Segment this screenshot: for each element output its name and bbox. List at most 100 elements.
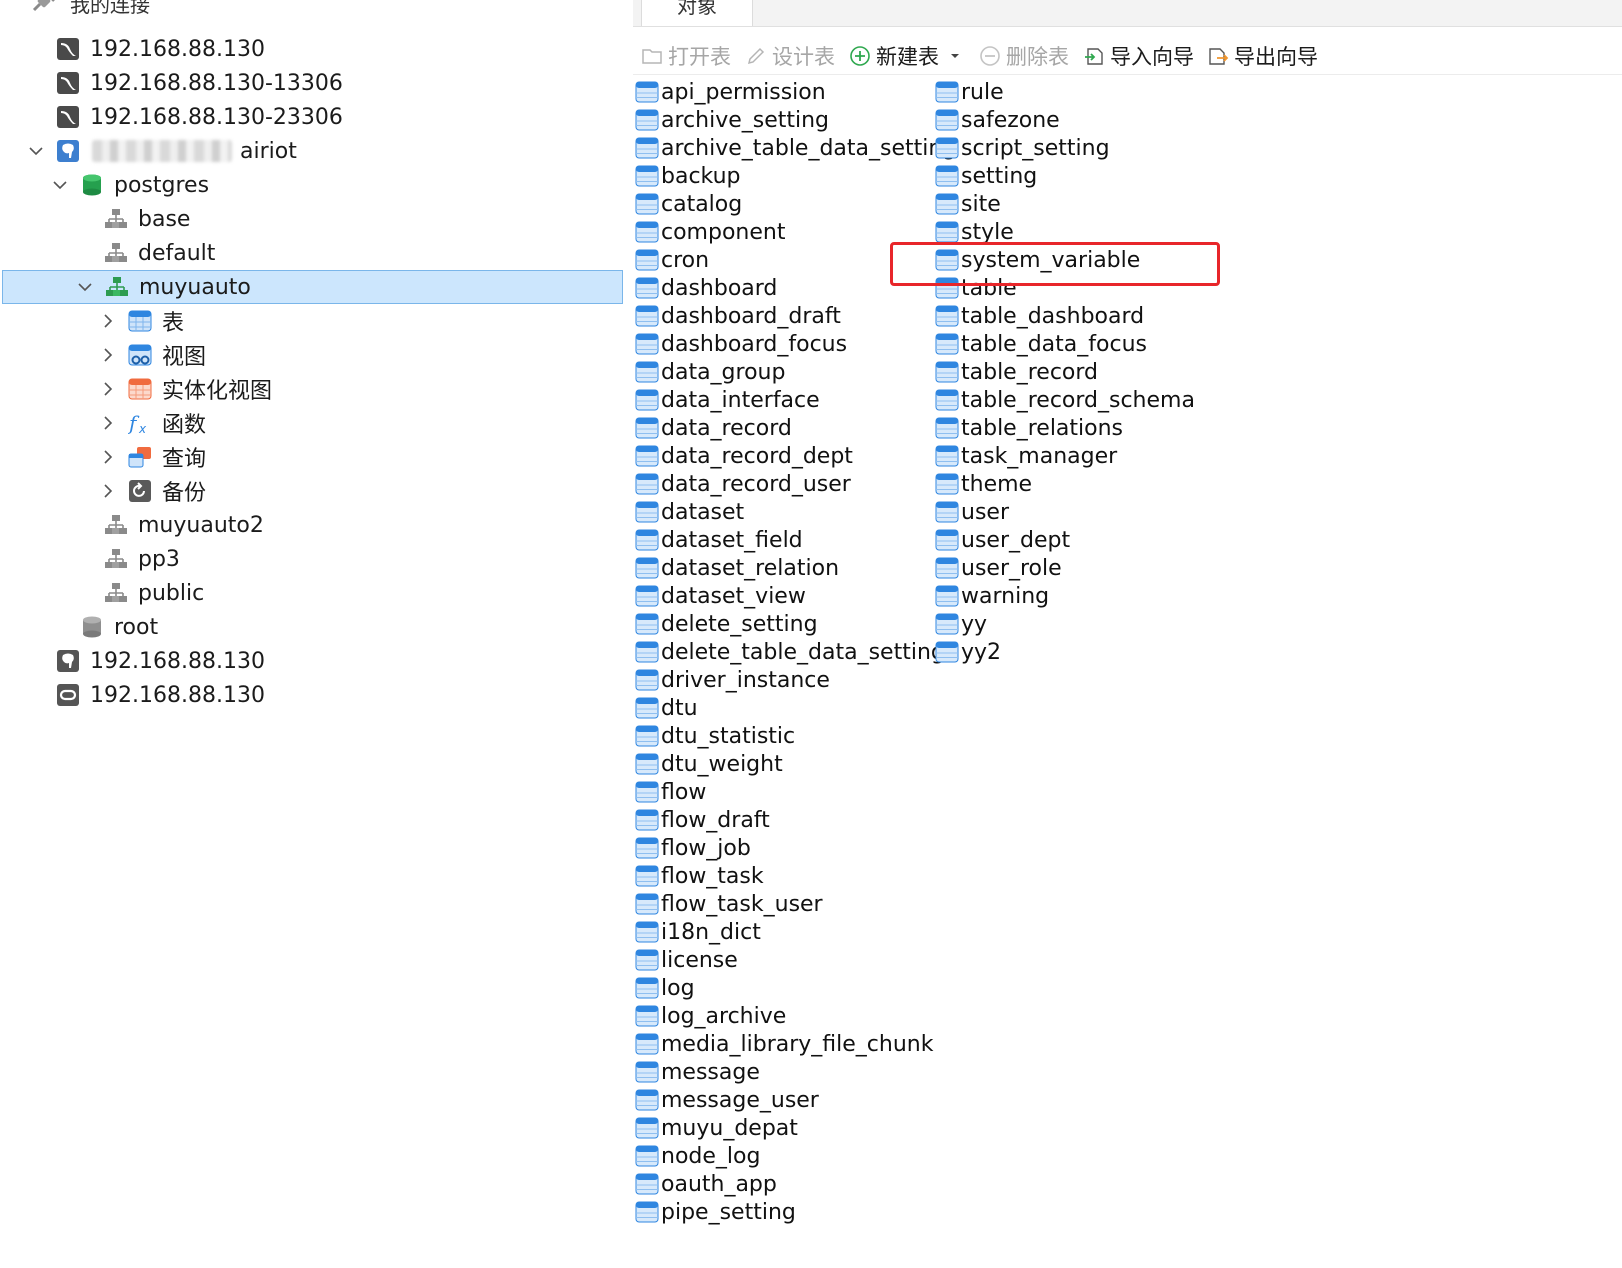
table-item[interactable]: task_manager xyxy=(935,442,1117,470)
table-item[interactable]: table_record_schema xyxy=(935,386,1195,414)
table-item[interactable]: data_record_dept xyxy=(635,442,853,470)
table-item[interactable]: user_dept xyxy=(935,526,1070,554)
table-item[interactable]: dataset_view xyxy=(635,582,806,610)
table-item[interactable]: delete_table_data_setting xyxy=(635,638,945,666)
table-item[interactable]: flow xyxy=(635,778,706,806)
table-item[interactable]: rule xyxy=(935,78,1004,106)
table-item[interactable]: component xyxy=(635,218,785,246)
table-item[interactable]: script_setting xyxy=(935,134,1110,162)
table-item[interactable]: media_library_file_chunk xyxy=(635,1030,933,1058)
table-item[interactable]: license xyxy=(635,946,738,974)
chevron-down-icon[interactable] xyxy=(77,279,93,295)
table-item[interactable]: user_role xyxy=(935,554,1062,582)
table-item[interactable]: archive_table_data_setting xyxy=(635,134,956,162)
table-item[interactable]: flow_job xyxy=(635,834,751,862)
my-connections-header[interactable]: 我的连接 xyxy=(30,0,150,20)
tab-objects[interactable]: 对象 xyxy=(641,0,753,26)
table-item[interactable]: data_record_user xyxy=(635,470,851,498)
connection-row[interactable]: 192.168.88.130-23306 xyxy=(0,100,629,134)
export-wizard-button[interactable]: 导出向导 xyxy=(1207,38,1318,74)
table-item[interactable]: log_archive xyxy=(635,1002,786,1030)
chevron-down-icon[interactable] xyxy=(28,143,44,159)
new-table-button[interactable]: 新建表 xyxy=(849,38,961,74)
table-item[interactable]: yy xyxy=(935,610,987,638)
schema-row[interactable]: public xyxy=(0,576,629,610)
table-item[interactable]: message xyxy=(635,1058,760,1086)
table-item[interactable]: driver_instance xyxy=(635,666,830,694)
table-item[interactable]: backup xyxy=(635,162,741,190)
table-item[interactable]: dashboard_focus xyxy=(635,330,847,358)
table-item[interactable]: pipe_setting xyxy=(635,1198,796,1226)
table-item[interactable]: dtu_weight xyxy=(635,750,783,778)
table-item[interactable]: oauth_app xyxy=(635,1170,777,1198)
table-item[interactable]: api_permission xyxy=(635,78,826,106)
connection-row[interactable]: 192.168.88.130 xyxy=(0,644,629,678)
table-item[interactable]: table_data_focus xyxy=(935,330,1147,358)
table-item[interactable]: warning xyxy=(935,582,1049,610)
table-item[interactable]: i18n_dict xyxy=(635,918,761,946)
design-table-button[interactable]: 设计表 xyxy=(745,38,835,74)
import-wizard-button[interactable]: 导入向导 xyxy=(1083,38,1194,74)
table-item[interactable]: dashboard xyxy=(635,274,777,302)
table-item[interactable]: node_log xyxy=(635,1142,760,1170)
open-table-button[interactable]: 打开表 xyxy=(641,38,731,74)
materialized-views-folder-row[interactable]: 实体化视图 xyxy=(0,372,629,406)
chevron-right-icon[interactable] xyxy=(100,415,116,431)
database-row-root[interactable]: root xyxy=(0,610,629,644)
table-item[interactable]: dataset xyxy=(635,498,744,526)
table-item[interactable]: flow_task xyxy=(635,862,764,890)
chevron-right-icon[interactable] xyxy=(100,381,116,397)
chevron-down-icon[interactable] xyxy=(52,177,68,193)
table-item[interactable]: user xyxy=(935,498,1009,526)
delete-table-button[interactable]: 删除表 xyxy=(979,38,1069,74)
table-item[interactable]: system_variable xyxy=(935,246,1140,274)
table-item[interactable]: table xyxy=(935,274,1017,302)
table-item[interactable]: flow_task_user xyxy=(635,890,823,918)
schema-row[interactable]: muyuauto2 xyxy=(0,508,629,542)
table-item[interactable]: yy2 xyxy=(935,638,1001,666)
schema-row[interactable]: default xyxy=(0,236,629,270)
table-item[interactable]: dataset_relation xyxy=(635,554,839,582)
queries-folder-row[interactable]: 查询 xyxy=(0,440,629,474)
table-item[interactable]: muyu_depat xyxy=(635,1114,798,1142)
schema-row[interactable]: pp3 xyxy=(0,542,629,576)
table-item[interactable]: table_dashboard xyxy=(935,302,1144,330)
connection-row[interactable]: 192.168.88.130 xyxy=(0,32,629,66)
table-item[interactable]: setting xyxy=(935,162,1037,190)
table-item[interactable]: site xyxy=(935,190,1001,218)
table-item[interactable]: message_user xyxy=(635,1086,819,1114)
table-item[interactable]: archive_setting xyxy=(635,106,829,134)
table-item[interactable]: style xyxy=(935,218,1014,246)
table-item[interactable]: catalog xyxy=(635,190,742,218)
table-item[interactable]: data_record xyxy=(635,414,792,442)
table-item[interactable]: data_interface xyxy=(635,386,820,414)
table-item[interactable]: dtu xyxy=(635,694,698,722)
table-item[interactable]: flow_draft xyxy=(635,806,770,834)
table-item[interactable]: dtu_statistic xyxy=(635,722,795,750)
table-item[interactable]: theme xyxy=(935,470,1032,498)
chevron-right-icon[interactable] xyxy=(100,483,116,499)
table-item[interactable]: log xyxy=(635,974,695,1002)
database-row-postgres[interactable]: postgres xyxy=(0,168,629,202)
table-item[interactable]: dataset_field xyxy=(635,526,803,554)
table-item[interactable]: dashboard_draft xyxy=(635,302,841,330)
dropdown-arrow-icon[interactable] xyxy=(949,52,961,60)
connection-row-airiot[interactable]: airiot xyxy=(0,134,629,168)
schema-row-muyuauto-selected[interactable]: muyuauto xyxy=(2,270,623,304)
table-item[interactable]: safezone xyxy=(935,106,1060,134)
table-item[interactable]: data_group xyxy=(635,358,785,386)
table-item[interactable]: cron xyxy=(635,246,709,274)
table-item[interactable]: table_record xyxy=(935,358,1098,386)
table-item[interactable]: table_relations xyxy=(935,414,1123,442)
views-folder-row[interactable]: 视图 xyxy=(0,338,629,372)
connection-row[interactable]: 192.168.88.130-13306 xyxy=(0,66,629,100)
connection-row[interactable]: 192.168.88.130 xyxy=(0,678,629,712)
chevron-right-icon[interactable] xyxy=(100,313,116,329)
chevron-right-icon[interactable] xyxy=(100,449,116,465)
tables-folder-row[interactable]: 表 xyxy=(0,304,629,338)
functions-folder-row[interactable]: f x 函数 xyxy=(0,406,629,440)
backups-folder-row[interactable]: 备份 xyxy=(0,474,629,508)
chevron-right-icon[interactable] xyxy=(100,347,116,363)
schema-row[interactable]: base xyxy=(0,202,629,236)
table-item[interactable]: delete_setting xyxy=(635,610,818,638)
